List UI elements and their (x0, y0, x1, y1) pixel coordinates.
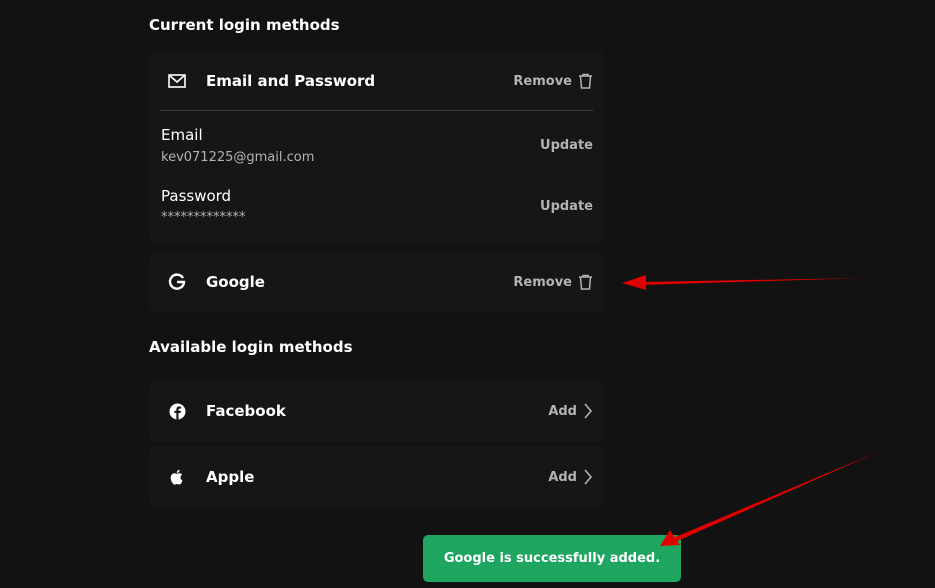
annotation-arrow-google (622, 275, 864, 290)
annotation-arrow-toast (660, 451, 880, 546)
annotation-arrows (622, 275, 880, 546)
